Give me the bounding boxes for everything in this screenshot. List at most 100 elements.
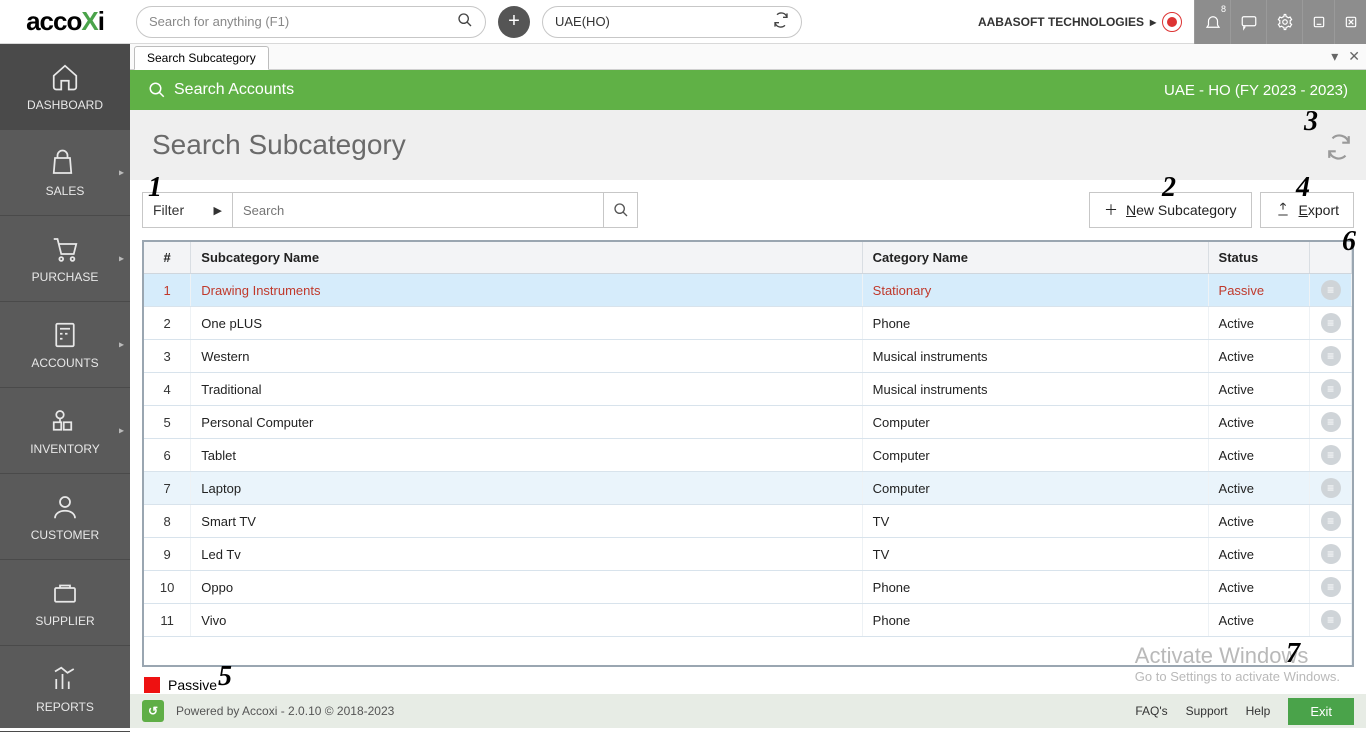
menu-icon: ≡ — [1321, 511, 1341, 531]
menu-icon: ≡ — [1321, 379, 1341, 399]
new-underline: N — [1126, 202, 1136, 218]
cell-num: 3 — [144, 340, 191, 373]
support-link[interactable]: Support — [1186, 704, 1228, 718]
search-icon — [457, 12, 473, 31]
annotation-2: 2 — [1162, 172, 1176, 204]
sidebar-item-label: REPORTS — [36, 700, 94, 714]
table-row[interactable]: 5Personal ComputerComputerActive≡ — [144, 406, 1352, 439]
cell-category: Stationary — [862, 274, 1208, 307]
export-underline: E — [1299, 202, 1308, 218]
annotation-3: 3 — [1304, 106, 1318, 138]
cell-status: Active — [1208, 307, 1310, 340]
row-actions-button[interactable]: ≡ — [1310, 340, 1352, 373]
notification-badge: 8 — [1221, 4, 1226, 14]
table-row[interactable]: 9Led TvTVActive≡ — [144, 538, 1352, 571]
settings-button[interactable] — [1266, 0, 1302, 44]
notifications-button[interactable]: 8 — [1194, 0, 1230, 44]
table-row[interactable]: 3WesternMusical instrumentsActive≡ — [144, 340, 1352, 373]
row-actions-button[interactable]: ≡ — [1310, 307, 1352, 340]
exit-button[interactable]: Exit — [1288, 698, 1354, 725]
sidebar-item-customer[interactable]: CUSTOMER — [0, 474, 130, 560]
row-actions-button[interactable]: ≡ — [1310, 439, 1352, 472]
cell-status: Active — [1208, 439, 1310, 472]
row-actions-button[interactable]: ≡ — [1310, 274, 1352, 307]
filter-search-input[interactable] — [233, 193, 603, 227]
cell-status: Active — [1208, 604, 1310, 637]
cell-subcategory: Led Tv — [191, 538, 862, 571]
cell-status: Active — [1208, 340, 1310, 373]
menu-icon: ≡ — [1321, 280, 1341, 300]
menu-icon: ≡ — [1321, 478, 1341, 498]
col-status[interactable]: Status — [1208, 242, 1310, 274]
annotation-6: 6 — [1342, 226, 1356, 258]
cell-category: Phone — [862, 571, 1208, 604]
sidebar-item-dashboard[interactable]: DASHBOARD — [0, 44, 130, 130]
table-row[interactable]: 2One pLUSPhoneActive≡ — [144, 307, 1352, 340]
cell-num: 5 — [144, 406, 191, 439]
row-actions-button[interactable]: ≡ — [1310, 538, 1352, 571]
sidebar-item-label: ACCOUNTS — [31, 356, 98, 370]
close-button[interactable] — [1334, 0, 1366, 44]
tab-dropdown-icon[interactable]: ▾ — [1331, 48, 1338, 65]
table-row[interactable]: 1Drawing InstrumentsStationaryPassive≡ — [144, 274, 1352, 307]
context-bar: Search Accounts UAE - HO (FY 2023 - 2023… — [130, 70, 1366, 110]
global-search-input[interactable]: Search for anything (F1) — [136, 6, 486, 38]
table-row[interactable]: 8Smart TVTVActive≡ — [144, 505, 1352, 538]
add-button[interactable]: + — [498, 6, 530, 38]
table-row[interactable]: 7LaptopComputerActive≡ — [144, 472, 1352, 505]
sidebar: DASHBOARD SALES ▸ PURCHASE ▸ ACCOUNTS ▸ … — [0, 44, 130, 728]
col-num[interactable]: # — [144, 242, 191, 274]
row-actions-button[interactable]: ≡ — [1310, 373, 1352, 406]
table-row[interactable]: 6TabletComputerActive≡ — [144, 439, 1352, 472]
col-subcategory[interactable]: Subcategory Name — [191, 242, 862, 274]
menu-icon: ≡ — [1321, 445, 1341, 465]
page-title: Search Subcategory — [152, 129, 406, 161]
menu-icon: ≡ — [1321, 577, 1341, 597]
table-row[interactable]: 4TraditionalMusical instrumentsActive≡ — [144, 373, 1352, 406]
row-actions-button[interactable]: ≡ — [1310, 604, 1352, 637]
tab-close-icon[interactable]: ✕ — [1348, 48, 1360, 65]
row-actions-button[interactable]: ≡ — [1310, 505, 1352, 538]
filter-row: 1 Filter ▶ 2 ＋ New Subcategory 4 Export — [130, 180, 1366, 240]
tab-search-subcategory[interactable]: Search Subcategory — [134, 46, 269, 70]
context-title: Search Accounts — [174, 81, 294, 99]
filter-search-button[interactable] — [603, 193, 637, 227]
col-category[interactable]: Category Name — [862, 242, 1208, 274]
refresh-icon[interactable] — [1326, 134, 1352, 166]
row-actions-button[interactable]: ≡ — [1310, 472, 1352, 505]
tab-strip: Search Subcategory ▾ ✕ — [130, 44, 1366, 70]
sidebar-item-supplier[interactable]: SUPPLIER — [0, 560, 130, 646]
sidebar-item-sales[interactable]: SALES ▸ — [0, 130, 130, 216]
sidebar-item-purchase[interactable]: PURCHASE ▸ — [0, 216, 130, 302]
row-actions-button[interactable]: ≡ — [1310, 406, 1352, 439]
cell-status: Active — [1208, 505, 1310, 538]
cell-subcategory: Smart TV — [191, 505, 862, 538]
table-row[interactable]: 10OppoPhoneActive≡ — [144, 571, 1352, 604]
cell-num: 6 — [144, 439, 191, 472]
faq-link[interactable]: FAQ's — [1135, 704, 1167, 718]
plus-icon: ＋ — [1104, 200, 1118, 220]
cell-category: Computer — [862, 472, 1208, 505]
new-rest: ew Subcategory — [1136, 202, 1236, 218]
cell-status: Active — [1208, 406, 1310, 439]
cell-category: Musical instruments — [862, 373, 1208, 406]
cell-num: 8 — [144, 505, 191, 538]
record-icon — [1162, 12, 1182, 32]
minimize-button[interactable] — [1302, 0, 1334, 44]
messages-button[interactable] — [1230, 0, 1266, 44]
sidebar-item-accounts[interactable]: ACCOUNTS ▸ — [0, 302, 130, 388]
help-link[interactable]: Help — [1246, 704, 1271, 718]
table-row[interactable]: 11VivoPhoneActive≡ — [144, 604, 1352, 637]
cell-category: Phone — [862, 307, 1208, 340]
top-bar: accoXi Search for anything (F1) + UAE(HO… — [0, 0, 1366, 44]
sidebar-item-reports[interactable]: REPORTS — [0, 646, 130, 732]
sidebar-item-inventory[interactable]: INVENTORY ▸ — [0, 388, 130, 474]
sidebar-item-label: INVENTORY — [30, 442, 100, 456]
sidebar-item-label: SALES — [46, 184, 85, 198]
cell-status: Active — [1208, 373, 1310, 406]
row-actions-button[interactable]: ≡ — [1310, 571, 1352, 604]
branch-selector[interactable]: UAE(HO) — [542, 6, 802, 38]
company-selector[interactable]: AABASOFT TECHNOLOGIES ▸ — [978, 12, 1182, 32]
chevron-right-icon: ▸ — [119, 425, 124, 436]
menu-icon: ≡ — [1321, 346, 1341, 366]
